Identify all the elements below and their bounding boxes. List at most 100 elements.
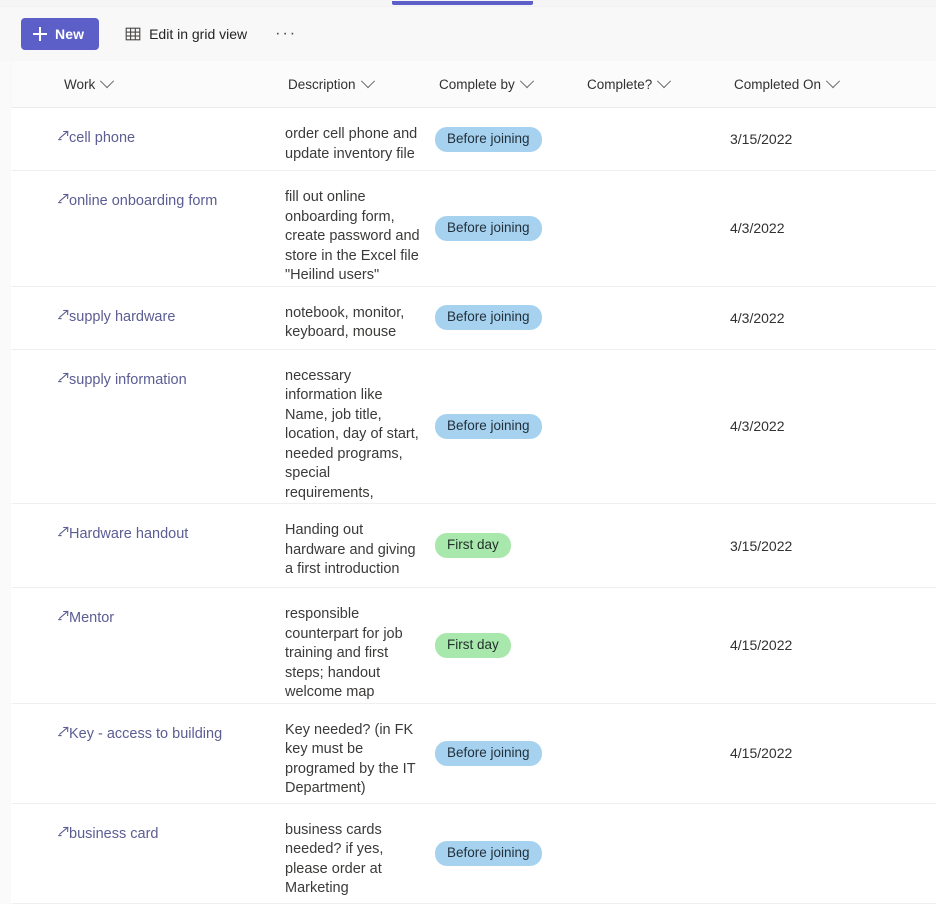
tab-strip <box>0 0 936 7</box>
cell-work: Mentor <box>11 587 285 704</box>
open-item-icon <box>57 193 69 205</box>
complete-by-pill: Before joining <box>435 840 542 866</box>
cell-work: cell phone <box>11 107 285 171</box>
cell-complete <box>583 703 730 804</box>
open-item-icon <box>57 526 69 538</box>
cell-complete-by: First day <box>435 587 583 704</box>
table-row[interactable]: Key - access to building Key needed? (in … <box>11 703 936 804</box>
table-header: Work Description Complete by Complete? C… <box>11 61 936 108</box>
cell-completed-on: 4/3/2022 <box>730 170 936 287</box>
column-header-complete-label: Complete? <box>587 76 653 92</box>
column-header-description[interactable]: Description <box>285 61 435 108</box>
chevron-down-icon <box>519 74 534 89</box>
cell-complete <box>583 107 730 171</box>
open-item-icon <box>57 610 69 622</box>
chevron-down-icon <box>657 74 672 89</box>
open-item-icon <box>57 309 69 321</box>
complete-by-pill: Before joining <box>435 126 542 152</box>
table-row[interactable]: supply information necessary information … <box>11 349 936 504</box>
header-row: Work Description Complete by Complete? C… <box>11 61 936 108</box>
cell-description: Handing out hardware and giving a first … <box>285 503 435 588</box>
complete-by-pill: Before joining <box>435 305 542 330</box>
new-button[interactable]: New <box>21 18 100 50</box>
complete-by-pill: Before joining <box>435 413 542 439</box>
list-region: Work Description Complete by Complete? C… <box>0 61 936 904</box>
cell-completed-on: 3/15/2022 <box>730 107 936 171</box>
cell-completed-on <box>730 803 936 904</box>
column-header-complete-by[interactable]: Complete by <box>435 61 583 108</box>
cell-complete-by: First day <box>435 503 583 588</box>
cell-description: order cell phone and update inventory fi… <box>285 107 435 171</box>
cell-complete <box>583 286 730 350</box>
cell-description: notebook, monitor, keyboard, mouse <box>285 286 435 350</box>
edit-in-grid-view-label: Edit in grid view <box>149 26 248 42</box>
table-row[interactable]: business card business cards needed? if y… <box>11 803 936 904</box>
table-row[interactable]: Mentor responsible counterpart for job tr… <box>11 587 936 704</box>
active-tab-indicator <box>392 1 533 5</box>
table-body: cell phone order cell phone and update in… <box>11 107 936 904</box>
list-table: Work Description Complete by Complete? C… <box>11 61 936 904</box>
cell-work: business card <box>11 803 285 904</box>
cell-work: Key - access to building <box>11 703 285 804</box>
cell-complete-by: Before joining <box>435 349 583 504</box>
cell-complete <box>583 349 730 504</box>
cell-work: supply information <box>11 349 285 504</box>
column-header-work-label: Work <box>64 76 96 92</box>
complete-by-pill: Before joining <box>435 740 542 766</box>
chevron-down-icon <box>825 74 841 89</box>
column-header-completed-on-label: Completed On <box>734 76 822 92</box>
command-bar: New Edit in grid view ··· <box>0 7 936 61</box>
cell-description: necessary information like Name, job tit… <box>285 349 435 504</box>
grid-icon <box>125 26 141 42</box>
cell-complete <box>583 803 730 904</box>
chevron-down-icon <box>360 74 375 89</box>
column-header-complete[interactable]: Complete? <box>583 61 730 108</box>
cell-description: responsible counterpart for job training… <box>285 587 435 704</box>
complete-by-pill: Before joining <box>435 215 542 241</box>
new-button-label: New <box>55 26 85 42</box>
column-header-completed-on[interactable]: Completed On <box>730 61 936 108</box>
work-item-link[interactable]: Mentor <box>69 610 114 627</box>
table-row[interactable]: cell phone order cell phone and update in… <box>11 107 936 171</box>
work-item-link[interactable]: online onboarding form <box>69 193 217 210</box>
column-header-description-label: Description <box>288 76 356 92</box>
work-item-link[interactable]: business card <box>69 826 158 843</box>
column-header-work[interactable]: Work <box>11 61 285 108</box>
cell-completed-on: 4/15/2022 <box>730 703 936 804</box>
work-item-link[interactable]: cell phone <box>69 130 135 147</box>
cell-complete <box>583 503 730 588</box>
table-row[interactable]: supply hardware notebook, monitor, keyboa… <box>11 286 936 350</box>
cell-complete <box>583 170 730 287</box>
edit-in-grid-view-button[interactable]: Edit in grid view <box>117 18 255 50</box>
cell-complete <box>583 587 730 704</box>
table-row[interactable]: online onboarding form fill out online on… <box>11 170 936 287</box>
cell-complete-by: Before joining <box>435 703 583 804</box>
cell-description: Key needed? (in FK key must be programed… <box>285 703 435 804</box>
work-item-link[interactable]: supply hardware <box>69 309 175 326</box>
cell-complete-by: Before joining <box>435 803 583 904</box>
open-item-icon <box>57 726 69 738</box>
cell-work: Hardware handout <box>11 503 285 588</box>
work-item-link[interactable]: Hardware handout <box>69 526 188 543</box>
open-item-icon <box>57 372 69 384</box>
cell-work: online onboarding form <box>11 170 285 287</box>
cell-completed-on: 4/3/2022 <box>730 349 936 504</box>
work-item-link[interactable]: supply information <box>69 372 187 389</box>
column-header-complete-by-label: Complete by <box>439 76 515 92</box>
cell-work: supply hardware <box>11 286 285 350</box>
cell-complete-by: Before joining <box>435 286 583 350</box>
work-item-link[interactable]: Key - access to building <box>69 726 222 743</box>
cell-description: business cards needed? if yes, please or… <box>285 803 435 904</box>
chevron-down-icon <box>100 74 115 89</box>
open-item-icon <box>57 130 69 142</box>
cell-completed-on: 4/15/2022 <box>730 587 936 704</box>
cell-complete-by: Before joining <box>435 170 583 287</box>
plus-icon <box>33 27 47 41</box>
more-options-button[interactable]: ··· <box>265 18 307 50</box>
complete-by-pill: First day <box>435 632 511 658</box>
complete-by-pill: First day <box>435 533 511 558</box>
table-row[interactable]: Hardware handout Handing out hardware and… <box>11 503 936 588</box>
cell-completed-on: 3/15/2022 <box>730 503 936 588</box>
cell-description: fill out online onboarding form, create … <box>285 170 435 287</box>
cell-completed-on: 4/3/2022 <box>730 286 936 350</box>
